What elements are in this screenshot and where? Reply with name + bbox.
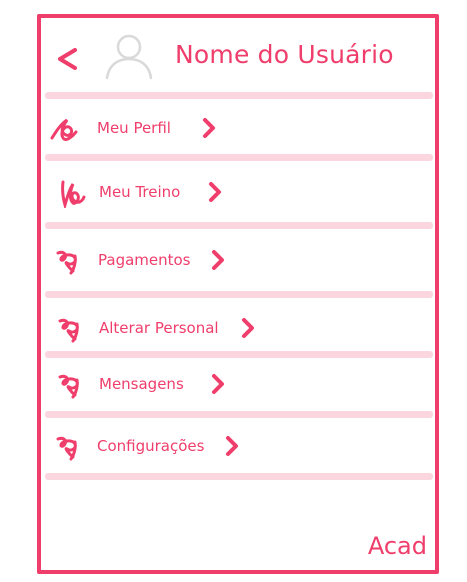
divider (45, 351, 433, 358)
scribble-icon (56, 250, 77, 275)
chevron-right-icon (203, 118, 215, 138)
divider (45, 92, 433, 99)
menu-item-pagamentos[interactable]: Pagamentos (41, 240, 435, 284)
scribble-icon (58, 374, 79, 399)
divider (45, 291, 433, 298)
menu-item-label: Meu Perfil (97, 119, 171, 137)
scribble-icon (56, 436, 77, 461)
menu-header: Nome do Usuário (41, 18, 435, 94)
menu-item-label: Pagamentos (98, 251, 191, 269)
chevron-right-icon (242, 318, 254, 338)
menu-item-configuracoes[interactable]: Configurações (41, 426, 435, 470)
chevron-right-icon (209, 182, 221, 202)
menu-item-label: Meu Treino (99, 183, 181, 201)
chevron-right-icon (212, 250, 224, 270)
menu-item-label: Mensagens (99, 375, 184, 393)
menu-item-label: Alterar Personal (99, 319, 219, 337)
brand-text: Acad (367, 532, 427, 560)
menu-item-meu-perfil[interactable]: Meu Perfil (41, 108, 435, 152)
divider (45, 473, 433, 480)
scribble-icon (50, 118, 78, 141)
user-avatar-icon (105, 34, 153, 80)
menu-item-meu-treino[interactable]: Meu Treino (41, 172, 435, 216)
menu-item-alterar-personal[interactable]: Alterar Personal (41, 308, 435, 352)
divider (45, 154, 433, 161)
divider (45, 411, 433, 418)
chevron-right-icon (212, 374, 224, 394)
menu-item-mensagens[interactable]: Mensagens (41, 364, 435, 408)
divider (45, 222, 433, 229)
user-name-title: Nome do Usuário (175, 40, 394, 69)
menu-item-label: Configurações (97, 437, 205, 455)
chevron-right-icon (226, 436, 238, 456)
side-menu-panel: Nome do Usuário Meu Perfil Meu Treino Pa… (37, 14, 439, 574)
scribble-icon (58, 318, 79, 343)
chevron-left-icon[interactable] (55, 46, 79, 72)
scribble-icon (61, 180, 86, 208)
